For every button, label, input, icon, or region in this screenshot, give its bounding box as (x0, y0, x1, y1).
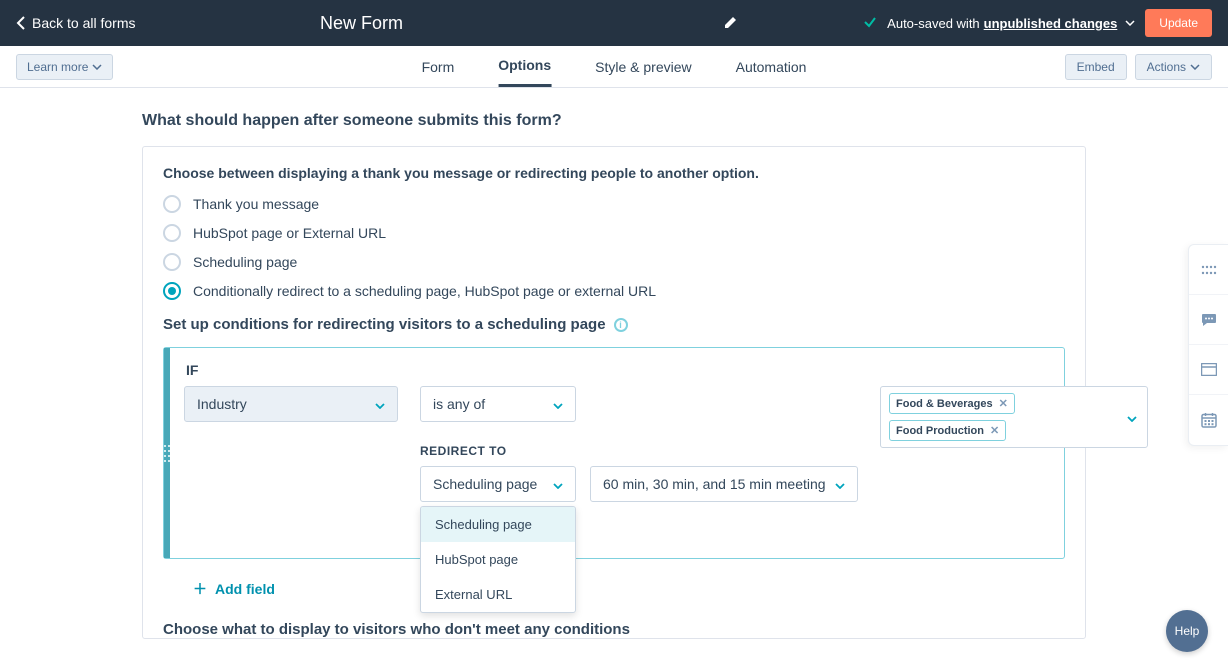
fallback-heading: Choose what to display to visitors who d… (163, 621, 1065, 638)
dropdown-item-external[interactable]: External URL (421, 577, 575, 612)
values-multiselect[interactable]: Food & Beverages ✕ Food Production ✕ (880, 386, 1148, 448)
chevron-down-icon (1190, 64, 1200, 70)
condition-card: IF Industry is any of (163, 347, 1065, 559)
check-icon (863, 15, 877, 32)
operator-select[interactable]: is any of (420, 386, 576, 422)
update-button[interactable]: Update (1145, 9, 1212, 37)
radio-scheduling-page[interactable]: Scheduling page (163, 253, 1065, 271)
radio-icon (163, 282, 181, 300)
radio-label: HubSpot page or External URL (193, 225, 386, 241)
section-title: What should happen after someone submits… (142, 112, 1086, 130)
autosave-status[interactable]: Auto-saved with unpublished changes (887, 16, 1135, 31)
grid-icon (1201, 265, 1217, 275)
page-title: New Form (320, 13, 403, 34)
autosave-area: Auto-saved with unpublished changes Upda… (863, 9, 1212, 37)
back-link[interactable]: Back to all forms (16, 15, 135, 31)
radio-label: Conditionally redirect to a scheduling p… (193, 283, 656, 299)
radio-label: Scheduling page (193, 254, 297, 270)
submit-options-panel: Choose between displaying a thank you me… (142, 146, 1086, 639)
edit-title-button[interactable] (724, 15, 738, 32)
info-icon[interactable]: i (614, 318, 628, 332)
rail-chat-button[interactable] (1189, 295, 1228, 345)
chevron-down-icon (375, 396, 385, 412)
toolbar: Learn more Form Options Style & preview … (0, 46, 1228, 88)
if-label: IF (186, 362, 1148, 378)
chevron-down-icon (1125, 20, 1135, 26)
learn-more-button[interactable]: Learn more (16, 54, 113, 80)
remove-tag-button[interactable]: ✕ (999, 397, 1008, 410)
redirect-type-select[interactable]: Scheduling page (420, 466, 576, 502)
radio-label: Thank you message (193, 196, 319, 212)
pencil-icon (724, 15, 738, 29)
rail-window-button[interactable] (1189, 345, 1228, 395)
radio-icon (163, 195, 181, 213)
chevron-left-icon (16, 16, 26, 30)
redirect-to-label: REDIRECT TO (420, 444, 858, 458)
rail-calendar-button[interactable] (1189, 395, 1228, 445)
radio-thank-you[interactable]: Thank you message (163, 195, 1065, 213)
chevron-down-icon (835, 476, 845, 492)
chat-icon (1201, 313, 1217, 327)
chevron-down-icon (553, 396, 563, 412)
dropdown-item-scheduling[interactable]: Scheduling page (421, 507, 575, 542)
tabs: Form Options Style & preview Automation (422, 46, 807, 87)
rail-grid-button[interactable] (1189, 245, 1228, 295)
redirect-type-dropdown: Scheduling page HubSpot page External UR… (420, 506, 576, 613)
help-button[interactable]: Help (1166, 610, 1208, 652)
side-rail (1188, 244, 1228, 446)
content: What should happen after someone submits… (142, 88, 1086, 639)
back-label: Back to all forms (32, 15, 135, 31)
embed-button[interactable]: Embed (1065, 54, 1127, 80)
tag-food-beverages: Food & Beverages ✕ (889, 393, 1015, 414)
remove-tag-button[interactable]: ✕ (990, 424, 999, 437)
radio-icon (163, 224, 181, 242)
radio-hubspot-external[interactable]: HubSpot page or External URL (163, 224, 1065, 242)
conditions-heading: Set up conditions for redirecting visito… (163, 316, 1065, 333)
chevron-down-icon (1127, 409, 1137, 425)
tab-automation[interactable]: Automation (736, 46, 807, 87)
plus-icon: ＋ (193, 579, 207, 599)
dropdown-item-hubspot[interactable]: HubSpot page (421, 542, 575, 577)
radio-conditional-redirect[interactable]: Conditionally redirect to a scheduling p… (163, 282, 1065, 300)
toolbar-right: Embed Actions (1065, 54, 1212, 80)
add-field-button[interactable]: ＋ Add field (193, 579, 1065, 599)
radio-icon (163, 253, 181, 271)
helper-text: Choose between displaying a thank you me… (163, 165, 1065, 181)
calendar-icon (1201, 412, 1217, 428)
condition-body: IF Industry is any of (170, 348, 1168, 558)
tab-form[interactable]: Form (422, 46, 455, 87)
chevron-down-icon (92, 64, 102, 70)
redirect-target-select[interactable]: 60 min, 30 min, and 15 min meeting (590, 466, 858, 502)
tab-style-preview[interactable]: Style & preview (595, 46, 691, 87)
chevron-down-icon (553, 476, 563, 492)
app-header: Back to all forms New Form Auto-saved wi… (0, 0, 1228, 46)
window-icon (1201, 363, 1217, 376)
tag-food-production: Food Production ✕ (889, 420, 1006, 441)
property-select[interactable]: Industry (184, 386, 398, 422)
actions-button[interactable]: Actions (1135, 54, 1212, 80)
tab-options[interactable]: Options (498, 46, 551, 87)
